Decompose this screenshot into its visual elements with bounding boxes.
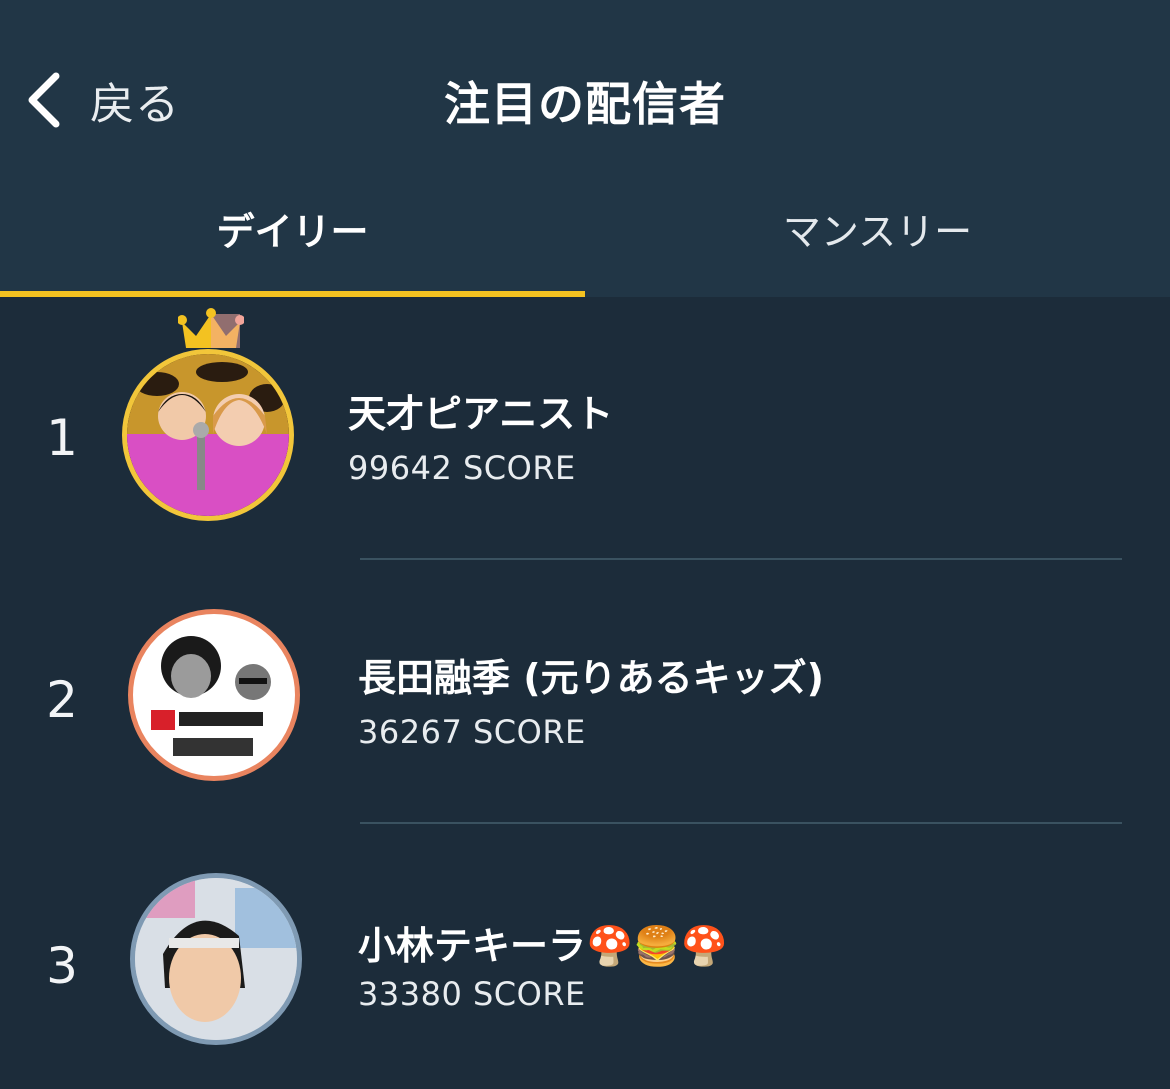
tab-daily[interactable]: デイリー	[0, 182, 585, 297]
divider	[360, 558, 1122, 560]
broadcaster-name: 天才ピアニスト	[348, 392, 614, 436]
rank-number: 3	[46, 937, 78, 995]
tab-bar: デイリー マンスリー	[0, 182, 1170, 297]
chevron-left-icon	[24, 70, 64, 130]
rank-number: 2	[46, 671, 78, 729]
ranking-row-1[interactable]: 1 天才ピアニスト 99642 SCORE	[0, 297, 1170, 561]
avatar	[122, 349, 294, 521]
broadcaster-score: 99642 SCORE	[348, 449, 576, 487]
ranking-row-3[interactable]: 3 小林テキーラ🍄🍔🍄 33380 SCORE	[0, 825, 1170, 1089]
rank-number: 1	[46, 409, 78, 467]
header: 戻る 注目の配信者 デイリー マンスリー	[0, 0, 1170, 297]
divider	[360, 822, 1122, 824]
broadcaster-score: 33380 SCORE	[358, 975, 586, 1013]
tab-monthly[interactable]: マンスリー	[585, 182, 1170, 297]
avatar	[130, 873, 302, 1045]
ranking-row-2[interactable]: 2 長田融季 (元りあるキッズ) 36267 SCORE	[0, 561, 1170, 825]
crown-icon	[177, 306, 245, 354]
back-label: 戻る	[90, 79, 180, 130]
broadcaster-name: 小林テキーラ🍄🍔🍄	[358, 924, 728, 968]
broadcaster-name: 長田融季 (元りあるキッズ)	[358, 656, 824, 700]
broadcaster-score: 36267 SCORE	[358, 713, 586, 751]
avatar	[128, 609, 300, 781]
back-button[interactable]: 戻る	[24, 62, 180, 138]
